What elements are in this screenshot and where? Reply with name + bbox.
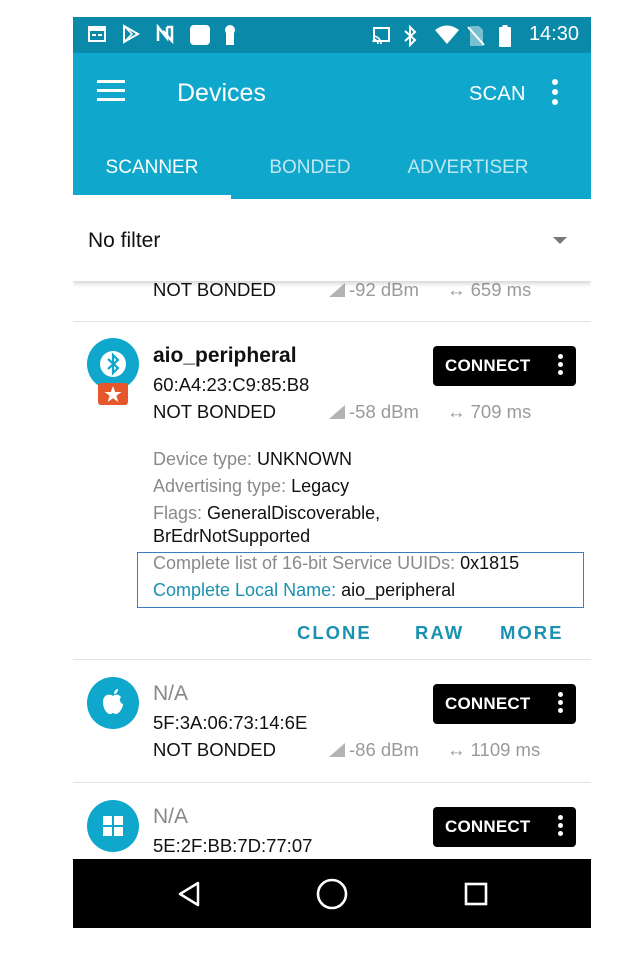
cast-icon (371, 25, 391, 45)
home-icon[interactable] (315, 877, 349, 916)
detail-value: UNKNOWN (257, 449, 353, 469)
rssi-value: -92 dBm (329, 281, 419, 301)
rssi-text: -92 dBm (349, 281, 419, 300)
apple-icon (87, 677, 139, 729)
detail-value: Legacy (291, 476, 350, 496)
interval-value: ↔ 709 ms (447, 401, 532, 422)
navigation-bar (73, 859, 591, 928)
connect-label: CONNECT (445, 694, 531, 713)
signal-icon (329, 405, 345, 419)
interval-value: ↔ 659 ms (447, 281, 532, 300)
tab-scanner[interactable]: SCANNER (73, 147, 231, 199)
back-icon[interactable] (177, 881, 201, 912)
device-address: 5E:2F:BB:7D:77:07 (153, 835, 313, 856)
connect-options-icon[interactable] (558, 354, 564, 378)
star-icon (98, 383, 128, 405)
no-sim-icon (467, 25, 487, 46)
device-row[interactable]: N/A 5F:3A:06:73:14:6E NOT BONDED -86 dBm… (73, 660, 591, 782)
more-button[interactable]: MORE (500, 622, 564, 644)
interval-value: ↔ 1109 ms (447, 739, 541, 760)
connect-options-icon[interactable] (558, 692, 564, 716)
battery-icon (498, 24, 519, 47)
device-name: aio_peripheral (153, 344, 297, 367)
device-list[interactable]: NOT BONDED -92 dBm ↔ 659 ms aio_peripher… (73, 281, 591, 859)
flags-line: Flags: GeneralDiscoverable, (153, 503, 380, 524)
overflow-menu-icon[interactable] (551, 79, 559, 109)
device-row[interactable]: NOT BONDED -92 dBm ↔ 659 ms (73, 281, 591, 321)
filter-dropdown[interactable]: No filter (73, 199, 591, 282)
raw-button[interactable]: RAW (415, 622, 464, 644)
service-uuids-line: Complete list of 16-bit Service UUIDs: 0… (153, 553, 519, 574)
keyhole-icon (223, 24, 243, 45)
tab-advertiser[interactable]: ADVERTISER (389, 147, 547, 199)
device-address: 5F:3A:06:73:14:6E (153, 712, 308, 733)
dropdown-arrow-icon (553, 237, 567, 244)
bluetooth-icon (403, 24, 423, 47)
device-name: N/A (153, 805, 189, 828)
windows-icon (87, 800, 139, 852)
local-name-line: Complete Local Name: aio_peripheral (153, 580, 455, 601)
filter-label: No filter (88, 229, 161, 252)
detail-key: Advertising type: (153, 476, 292, 496)
device-row[interactable]: N/A 5E:2F:BB:7D:77:07 CONNECT (73, 783, 591, 859)
device-row[interactable]: aio_peripheral 60:A4:23:C9:85:B8 NOT BON… (73, 322, 591, 658)
detail-key: Flags: (153, 503, 208, 523)
detail-value: aio_peripheral (341, 580, 456, 600)
status-bar: 14:30 (73, 17, 591, 53)
flags-line-2: BrEdrNotSupported (153, 526, 311, 546)
nfc-icon (155, 23, 175, 45)
connect-button[interactable]: CONNECT (433, 807, 576, 847)
rssi-text: -86 dBm (349, 739, 419, 760)
connect-options-icon[interactable] (558, 815, 564, 839)
tab-bar: SCANNER BONDED ADVERTISER (73, 147, 591, 199)
advertising-type-line: Advertising type: Legacy (153, 476, 349, 497)
calendar-icon (87, 24, 107, 44)
connect-button[interactable]: CONNECT (433, 346, 576, 386)
tab-bonded[interactable]: BONDED (231, 147, 389, 199)
detail-value: GeneralDiscoverable, (207, 503, 381, 523)
bond-status: NOT BONDED (153, 401, 277, 422)
rssi-text: -58 dBm (349, 401, 419, 422)
scan-button[interactable]: SCAN (469, 83, 526, 106)
connect-label: CONNECT (445, 356, 531, 375)
device-name: N/A (153, 682, 189, 705)
rssi-value: -86 dBm (329, 739, 419, 761)
phone-screen: 14:30 Devices SCAN SCANNER BONDED ADVERT… (73, 17, 591, 928)
connect-label: CONNECT (445, 817, 531, 836)
device-address: 60:A4:23:C9:85:B8 (153, 374, 310, 395)
status-time: 14:30 (528, 23, 579, 45)
app-square-icon (189, 24, 210, 45)
clone-button[interactable]: CLONE (297, 622, 372, 644)
detail-key: Complete list of 16-bit Service UUIDs: (153, 553, 461, 573)
bond-status: NOT BONDED (153, 739, 277, 760)
signal-icon (329, 743, 345, 757)
detail-value: 0x1815 (460, 553, 520, 573)
page-title: Devices (177, 79, 266, 107)
device-type-line: Device type: UNKNOWN (153, 449, 352, 470)
wifi-icon (434, 25, 459, 45)
rssi-value: -58 dBm (329, 401, 419, 423)
play-store-icon (121, 24, 141, 44)
signal-icon (329, 283, 345, 297)
bond-status: NOT BONDED (153, 281, 277, 300)
recents-icon[interactable] (464, 882, 488, 911)
detail-key: Device type: (153, 449, 258, 469)
connect-button[interactable]: CONNECT (433, 684, 576, 724)
detail-key: Complete Local Name: (153, 580, 342, 600)
menu-icon[interactable] (97, 80, 127, 104)
app-bar: Devices SCAN SCANNER BONDED ADVERTISER (73, 53, 591, 199)
